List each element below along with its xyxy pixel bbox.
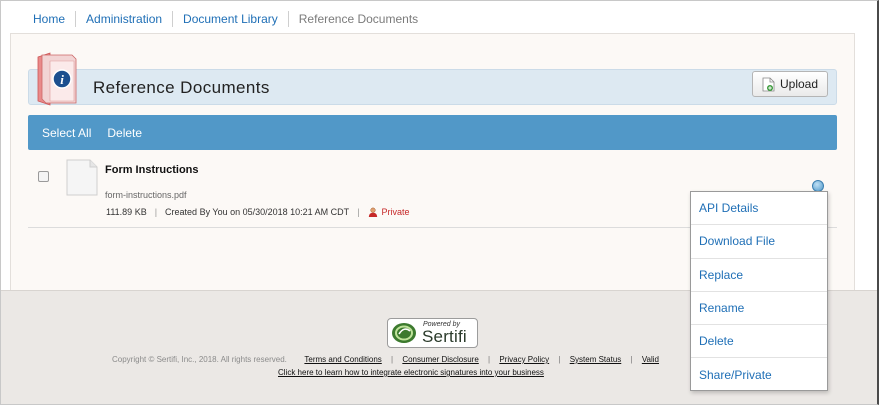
breadcrumb-home[interactable]: Home [23, 11, 75, 27]
document-size: 111.89 KB [106, 207, 147, 217]
document-actions-menu: API Details Download File Replace Rename… [690, 191, 828, 391]
folder-info-icon: i [37, 52, 77, 106]
private-user-icon [368, 207, 377, 217]
privacy-policy-link[interactable]: Privacy Policy [499, 355, 549, 364]
menu-item-api-details[interactable]: API Details [691, 192, 827, 226]
select-all-button[interactable]: Select All [42, 126, 91, 140]
document-title[interactable]: Form Instructions [105, 164, 199, 176]
delete-selected-button[interactable]: Delete [107, 126, 142, 140]
document-created: Created By You on 05/30/2018 10:21 AM CD… [165, 207, 350, 217]
menu-item-delete[interactable]: Delete [691, 325, 827, 359]
breadcrumb-administration[interactable]: Administration [75, 11, 172, 27]
link-separator: | [558, 355, 561, 364]
menu-item-replace[interactable]: Replace [691, 259, 827, 292]
sertifi-logo-icon [392, 323, 416, 343]
menu-item-rename[interactable]: Rename [691, 292, 827, 326]
visibility-status[interactable]: Private [382, 207, 410, 217]
meta-separator: | [357, 207, 360, 217]
validation-link[interactable]: Valid [642, 355, 659, 364]
document-filename: form-instructions.pdf [105, 190, 187, 200]
svg-text:i: i [60, 72, 64, 87]
document-meta: 111.89 KB | Created By You on 05/30/2018… [106, 207, 410, 217]
menu-item-download-file[interactable]: Download File [691, 225, 827, 259]
document-checkbox[interactable] [38, 171, 49, 182]
breadcrumb-document-library[interactable]: Document Library [172, 11, 288, 27]
page-header: Reference Documents [28, 69, 837, 105]
footer-links: Copyright © Sertifi, Inc., 2018. All rig… [112, 355, 659, 364]
app-window: Home Administration Document Library Ref… [0, 0, 879, 405]
integration-cta-link[interactable]: Click here to learn how to integrate ele… [278, 368, 544, 377]
upload-button[interactable]: Upload [752, 71, 828, 97]
link-separator: | [630, 355, 633, 364]
menu-item-share-private[interactable]: Share/Private [691, 358, 827, 391]
upload-label: Upload [779, 77, 819, 91]
breadcrumb-current: Reference Documents [287, 11, 428, 27]
link-separator: | [391, 355, 394, 364]
consumer-disclosure-link[interactable]: Consumer Disclosure [402, 355, 478, 364]
meta-separator: | [154, 207, 158, 217]
link-separator: | [488, 355, 491, 364]
breadcrumb: Home Administration Document Library Ref… [23, 10, 428, 28]
powered-by-badge[interactable]: Powered by Sertifi [387, 318, 478, 348]
upload-icon [762, 77, 775, 91]
terms-link[interactable]: Terms and Conditions [304, 355, 381, 364]
system-status-link[interactable]: System Status [570, 355, 622, 364]
page-title: Reference Documents [93, 78, 270, 97]
document-icon [66, 159, 98, 196]
brand-name: Sertifi [422, 327, 467, 346]
bulk-action-bar: Select All Delete [28, 115, 837, 150]
copyright-text: Copyright © Sertifi, Inc., 2018. All rig… [112, 355, 287, 364]
